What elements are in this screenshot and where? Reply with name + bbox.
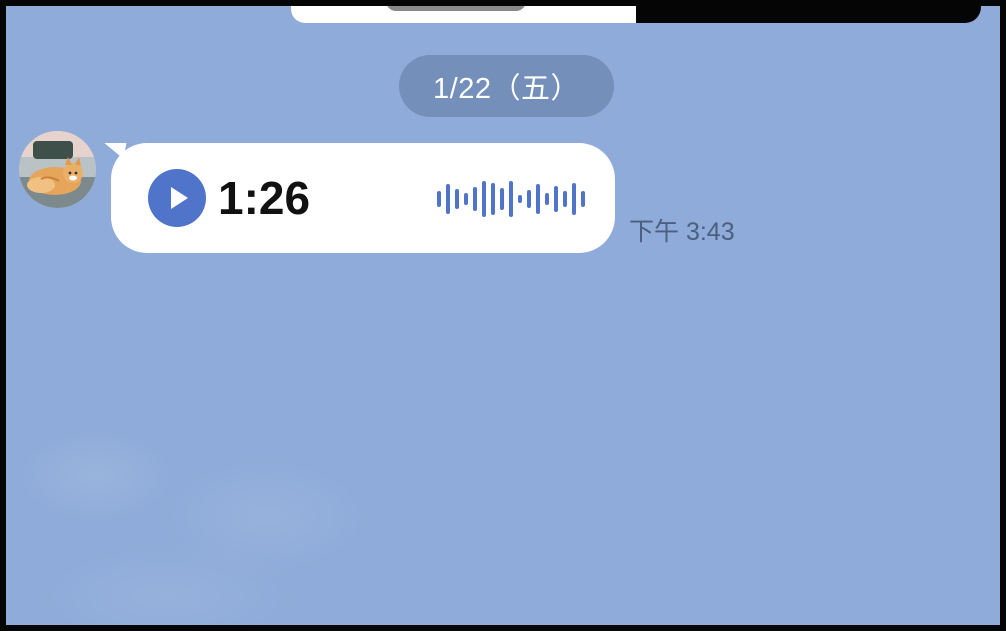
cat-avatar-icon [19, 131, 96, 208]
play-button[interactable] [148, 169, 206, 227]
top-bar-right-segment [636, 6, 981, 23]
date-separator-label: 1/22（五） [433, 73, 580, 105]
voice-message-bubble[interactable]: 1:26 [111, 143, 615, 253]
voice-duration: 1:26 [218, 172, 311, 224]
avatar[interactable] [19, 131, 96, 208]
top-bar-handle [386, 6, 526, 11]
date-separator: 1/22（五） [399, 55, 614, 117]
chat-window: 1/22（五） 1:26 下午 3:43 [0, 0, 1006, 631]
waveform-icon [437, 181, 585, 217]
background-clouds [6, 366, 526, 625]
message-timestamp: 下午 3:43 [629, 218, 735, 246]
play-icon [171, 187, 188, 209]
top-bar-left-segment [291, 6, 636, 23]
